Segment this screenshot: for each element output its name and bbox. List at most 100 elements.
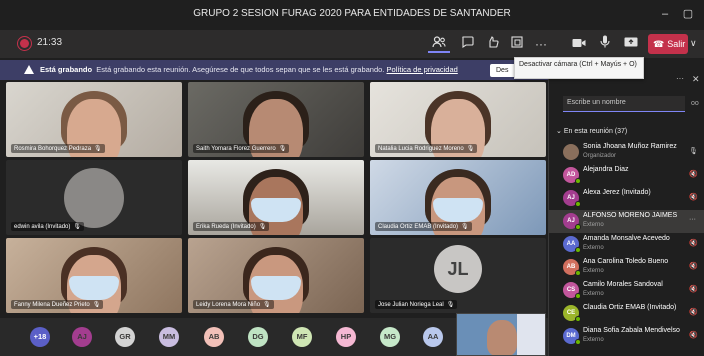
breakout-rooms-icon[interactable] [506, 35, 528, 53]
tile-name-label: Rosmira Bohorquez Pedraza 🎙 [11, 144, 105, 153]
list-item[interactable]: CS Camilo Morales Sandoval Externo 🔇 [549, 279, 704, 302]
avatar[interactable]: AJ [72, 327, 92, 347]
mic-off-icon: 🔇 [689, 263, 698, 270]
tile-name-label: Saith Yomara Florez Guerrero 🎙 [193, 144, 290, 153]
mic-off-icon: 🎙 [73, 224, 81, 230]
camera-icon[interactable] [568, 35, 590, 53]
recording-banner: Está grabando Está grabando esta reunión… [0, 60, 548, 80]
self-view-video[interactable] [456, 313, 546, 356]
avatar: JL [434, 245, 482, 293]
avatar[interactable]: MF [292, 327, 312, 347]
mic-off-icon: 🔇 [689, 194, 698, 201]
video-tile[interactable]: Erika Rueda (Invitado) 🎙 [188, 160, 364, 235]
mic-off-icon: 🎙 [94, 146, 102, 152]
tile-name-label: Natalia Lucia Rodriguez Moreno 🎙 [375, 144, 478, 153]
mic-off-icon: 🎙 [446, 302, 455, 308]
reactions-icon[interactable] [482, 35, 504, 53]
mic-off-icon: 🔇 [689, 286, 698, 293]
video-tile[interactable]: JL Jose Julian Noriega Leal 🎙 [370, 238, 546, 313]
tile-name-label: Erika Rueda (Invitado) 🎙 [193, 222, 270, 231]
share-screen-icon[interactable] [620, 35, 642, 53]
presence-dot [575, 247, 581, 253]
recording-icon [20, 39, 29, 48]
video-tile[interactable]: Saith Yomara Florez Guerrero 🎙 [188, 82, 364, 157]
video-tile[interactable]: Natalia Lucia Rodriguez Moreno 🎙 [370, 82, 546, 157]
avatar[interactable]: HP [336, 327, 356, 347]
avatar[interactable]: MG [380, 327, 400, 347]
close-icon[interactable]: ✕ [692, 74, 700, 85]
avatar[interactable]: DG [248, 327, 268, 347]
avatar[interactable]: MM [159, 327, 179, 347]
warning-icon [24, 65, 34, 74]
more-icon[interactable]: ··· [530, 35, 552, 53]
list-item[interactable]: AJ ALFONSO MORENO JAIMES Externo ··· [549, 210, 704, 233]
mic-off-icon: 🔇 [689, 171, 698, 178]
mic-off-icon: 🔇 [689, 332, 698, 339]
presence-dot [575, 270, 581, 276]
mic-off-icon: 🎙 [258, 224, 267, 230]
mic-icon: 🎙 [689, 148, 698, 155]
mic-off-icon: 🎙 [461, 224, 469, 230]
mic-off-icon: 🎙 [278, 146, 287, 152]
presence-dot [575, 316, 581, 322]
list-item[interactable]: Sonia Jhoana Muñoz Ramirez Organizador 🎙 [549, 141, 704, 164]
banner-text: Está grabando esta reunión. Asegúrese de… [96, 65, 385, 74]
video-tile[interactable]: edwin avila (Invitado) 🎙 [6, 160, 182, 235]
panel-more-icon[interactable]: ··· [676, 74, 684, 83]
avatar[interactable]: AB [204, 327, 224, 347]
search-options-icon[interactable]: oo [691, 100, 699, 107]
video-tile[interactable]: Rosmira Bohorquez Pedraza 🎙 [6, 82, 182, 157]
presence-dot [575, 224, 581, 230]
chevron-down-icon: ⌄ [556, 128, 564, 135]
avatar [64, 168, 124, 228]
list-item[interactable]: AJ Alexa Jerez (Invitado) 🔇 [549, 187, 704, 210]
mic-off-icon: 🔇 [689, 240, 698, 247]
window-title-bar: GRUPO 2 SESION FURAG 2020 PARA ENTIDADES… [0, 0, 704, 30]
minimize-button[interactable]: – [656, 6, 674, 22]
window-title: GRUPO 2 SESION FURAG 2020 PARA ENTIDADES… [193, 8, 511, 19]
leave-label: Salir [667, 39, 686, 49]
overflow-count-badge[interactable]: +18 [30, 327, 50, 347]
more-options-icon[interactable]: ··· [689, 216, 696, 223]
mic-off-icon: 🎙 [263, 302, 271, 308]
mic-off-icon: 🎙 [92, 302, 101, 308]
tile-name-label: edwin avila (Invitado) 🎙 [11, 222, 84, 231]
list-item[interactable]: DM Diana Sofia Zabala Mendivelso Externo… [549, 325, 704, 348]
list-item[interactable]: AB Ana Carolina Toledo Bueno Externo 🔇 [549, 256, 704, 279]
camera-tooltip: Desactivar cámara (Ctrl + Mayús + O) [514, 57, 644, 79]
video-tile[interactable]: Leidy Lorena Mora Niño 🎙 [188, 238, 364, 313]
avatar[interactable]: AA [423, 327, 443, 347]
leave-button[interactable]: ☎ Salir [648, 34, 688, 54]
maximize-button[interactable]: ▢ [679, 6, 697, 22]
presence-dot [575, 178, 581, 184]
video-tile[interactable]: Claudia Ortiz EMAB (Invitado) 🎙 [370, 160, 546, 235]
leave-options-chevron-icon[interactable]: ∨ [690, 38, 697, 49]
list-item[interactable]: CE Claudia Ortiz EMAB (Invitado) 🔇 [549, 302, 704, 325]
video-tile[interactable]: Fanny Milena Dueñez Prieto 🎙 [6, 238, 182, 313]
banner-bold: Está grabando [40, 65, 93, 74]
presence-dot [575, 201, 581, 207]
mic-off-icon: 🔇 [689, 309, 698, 316]
list-item[interactable]: AA Amanda Monsalve Acevedo Externo 🔇 [549, 233, 704, 256]
privacy-link[interactable]: Política de privacidad [387, 65, 458, 74]
list-item[interactable]: AD Alejandra Diaz 🔇 [549, 164, 704, 187]
tile-name-label: Fanny Milena Dueñez Prieto 🎙 [11, 300, 104, 309]
presence-dot [575, 339, 581, 345]
mic-off-icon: 🎙 [466, 146, 475, 152]
avatar [563, 144, 579, 160]
mic-icon[interactable] [594, 35, 616, 53]
leave-phone-icon: ☎ [653, 39, 665, 49]
tile-name-label: Claudia Ortiz EMAB (Invitado) 🎙 [375, 222, 472, 231]
section-header[interactable]: ⌄ En esta reunión (37) [556, 127, 627, 135]
meeting-timer: 21:33 [37, 37, 63, 48]
tile-name-label: Jose Julian Noriega Leal 🎙 [375, 300, 458, 309]
teams-meeting-window: GRUPO 2 SESION FURAG 2020 PARA ENTIDADES… [0, 0, 704, 356]
meeting-toolbar: 21:33 ··· ☎ Salir ∨ [0, 30, 704, 58]
participants-panel: ··· ✕ Escribe un nombre oo ⌄ En esta reu… [548, 58, 704, 356]
chat-icon[interactable] [456, 35, 478, 53]
avatar[interactable]: GR [115, 327, 135, 347]
video-grid: Rosmira Bohorquez Pedraza 🎙 Saith Yomara … [6, 82, 546, 314]
participant-search-input[interactable]: Escribe un nombre [563, 96, 685, 112]
tile-name-label: Leidy Lorena Mora Niño 🎙 [193, 300, 274, 309]
participants-icon[interactable] [428, 35, 450, 53]
